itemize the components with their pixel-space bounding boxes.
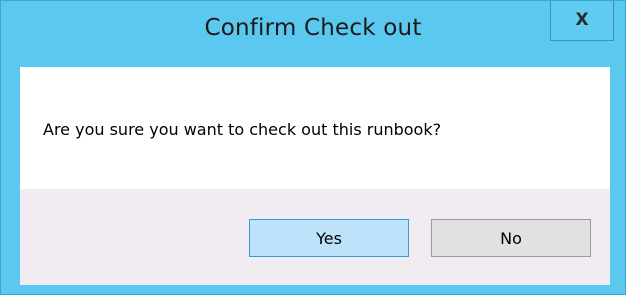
dialog-window: Confirm Check out X Are you sure you wan… (0, 0, 626, 295)
close-icon: X (575, 10, 589, 30)
dialog-title: Confirm Check out (204, 15, 422, 41)
confirm-message: Are you sure you want to check out this … (43, 120, 442, 139)
close-button[interactable]: X (550, 1, 614, 41)
dialog-footer: Yes No (20, 189, 610, 285)
dialog-content: Are you sure you want to check out this … (20, 67, 610, 189)
yes-button[interactable]: Yes (249, 219, 409, 257)
no-button[interactable]: No (431, 219, 591, 257)
